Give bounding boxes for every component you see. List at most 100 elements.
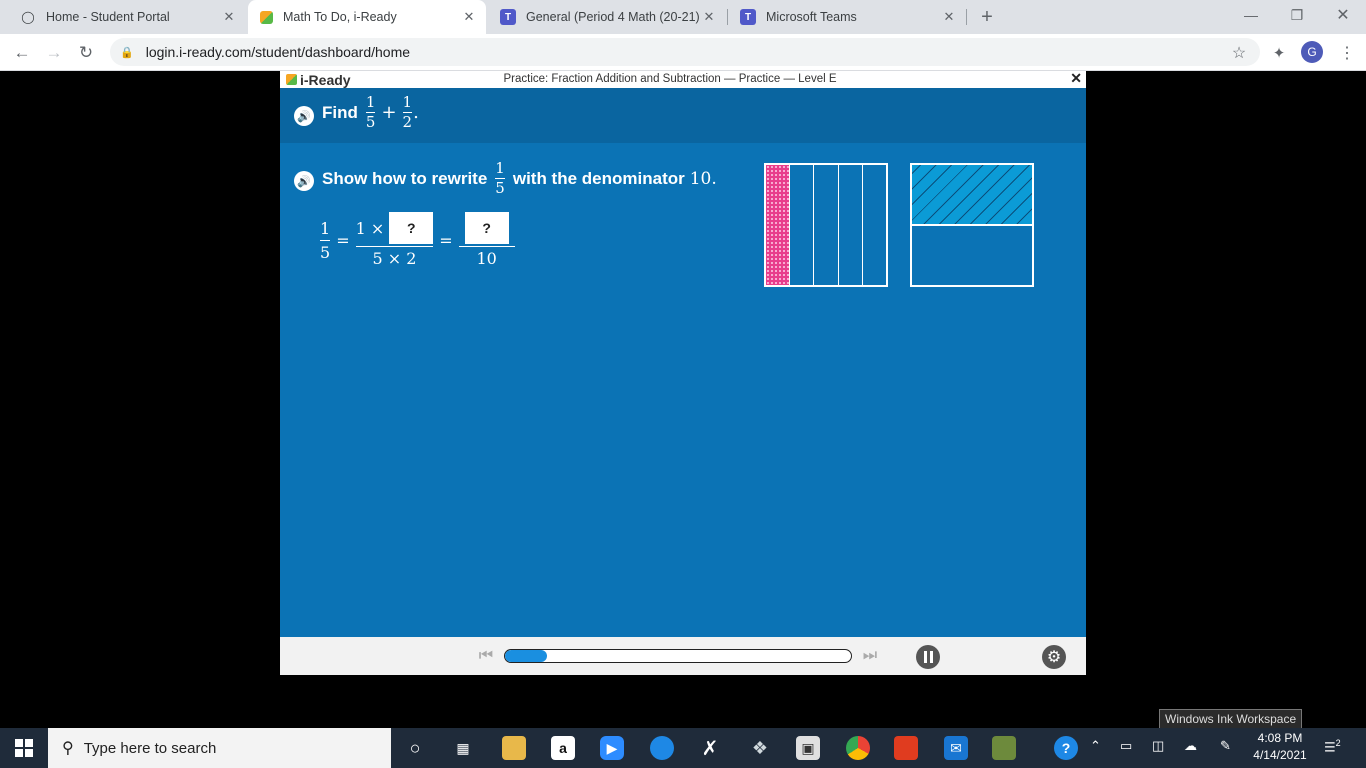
search-icon: ⚲ bbox=[62, 740, 74, 757]
fifth-strip bbox=[813, 165, 837, 285]
fraction-one-fifth: 1 5 bbox=[495, 160, 505, 197]
question-part-1: Show how to rewrite bbox=[322, 168, 488, 188]
chevron-up-icon[interactable]: ⌃ bbox=[1090, 738, 1101, 754]
prompt-bar: 🔊 Find 1 5 + 1 2 . bbox=[280, 88, 1086, 143]
task-view-icon[interactable]: ▦ bbox=[451, 736, 475, 760]
chrome-icon[interactable] bbox=[846, 736, 870, 760]
numerator: 1 bbox=[320, 218, 331, 238]
clock-time: 4:08 PM bbox=[1257, 731, 1303, 745]
amazon-icon[interactable]: a bbox=[551, 736, 575, 760]
lhs-fraction: 1 5 bbox=[320, 218, 331, 262]
halves-model bbox=[910, 163, 1034, 287]
edge-icon[interactable] bbox=[650, 736, 674, 760]
teams-icon: T bbox=[500, 9, 516, 25]
lock-icon: 🔒 bbox=[120, 46, 134, 59]
browser-toolbar: ← → ↻ 🔒 login.i-ready.com/student/dashbo… bbox=[0, 34, 1366, 71]
onedrive-cloud-icon[interactable]: ☁ bbox=[1184, 738, 1197, 754]
equals-sign: = bbox=[439, 230, 453, 250]
find-label: Find bbox=[322, 102, 358, 122]
app-lightning-icon[interactable]: ✗ bbox=[698, 736, 722, 760]
url-text: login.i-ready.com/student/dashboard/home bbox=[145, 44, 411, 60]
lesson-player-bar: ⏮ ⏭ ⚙ bbox=[280, 637, 1086, 675]
file-explorer-icon[interactable] bbox=[502, 736, 526, 760]
network-icon[interactable]: ◫ bbox=[1152, 738, 1164, 754]
profile-avatar[interactable]: G bbox=[1301, 41, 1323, 63]
restore-icon[interactable]: ❐ bbox=[1274, 0, 1320, 30]
windows-taskbar: ⚲ Type here to search ○ ▦ a ▶ ✗ ❖ ▣ ✉ ? … bbox=[0, 728, 1366, 768]
pause-button[interactable] bbox=[916, 645, 940, 669]
tab-close-icon[interactable]: ✕ bbox=[700, 8, 718, 26]
browser-tab-bar: ◯ Home - Student Portal ✕ Math To Do, i-… bbox=[0, 0, 1366, 34]
fifth-strip bbox=[789, 165, 813, 285]
numerator: 1 bbox=[495, 159, 505, 177]
fraction-one-half: 1 2 bbox=[402, 94, 413, 131]
tab-close-icon[interactable]: ✕ bbox=[460, 8, 478, 26]
progress-bar bbox=[504, 649, 852, 663]
menu-kebab-icon[interactable]: ⋮ bbox=[1334, 40, 1360, 66]
extensions-puzzle-icon[interactable]: ✦ bbox=[1266, 40, 1292, 66]
forward-arrow-icon[interactable]: → bbox=[41, 40, 67, 66]
cortana-circle-icon[interactable]: ○ bbox=[403, 736, 427, 760]
find-prompt: Find 1 5 + 1 2 . bbox=[322, 94, 421, 131]
answer-box-multiplier[interactable]: ? bbox=[389, 212, 434, 244]
address-bar[interactable]: 🔒 login.i-ready.com/student/dashboard/ho… bbox=[110, 38, 1260, 66]
skip-back-icon[interactable]: ⏮ bbox=[476, 646, 496, 666]
speaker-icon[interactable]: 🔊 bbox=[294, 106, 314, 126]
middle-numerator: 1 × ? bbox=[356, 212, 434, 244]
half bbox=[912, 226, 1032, 285]
office-icon[interactable] bbox=[894, 736, 918, 760]
period: . bbox=[413, 102, 419, 123]
gear-icon[interactable]: ⚙ bbox=[1042, 645, 1066, 669]
taskbar-clock[interactable]: 4:08 PM 4/14/2021 bbox=[1250, 730, 1310, 764]
reload-icon[interactable]: ↻ bbox=[73, 40, 99, 66]
equals-sign: = bbox=[336, 230, 350, 250]
store-icon[interactable]: ▣ bbox=[796, 736, 820, 760]
tab-student-portal[interactable]: ◯ Home - Student Portal ✕ bbox=[8, 0, 246, 34]
tab-title: Home - Student Portal bbox=[46, 10, 170, 24]
lesson-close-button[interactable]: ✕ bbox=[1070, 70, 1082, 87]
denominator: 5 bbox=[320, 242, 331, 262]
lesson-title: Practice: Fraction Addition and Subtract… bbox=[503, 73, 837, 85]
lesson-header: i-Ready Practice: Fraction Addition and … bbox=[280, 70, 1086, 88]
notifications-icon[interactable]: ☰2 bbox=[1324, 738, 1341, 755]
help-icon[interactable]: ? bbox=[1054, 736, 1078, 760]
minimize-icon[interactable]: — bbox=[1228, 0, 1274, 30]
new-tab-button[interactable]: + bbox=[976, 6, 998, 28]
target-denominator: 10. bbox=[689, 168, 717, 189]
mail-icon[interactable]: ✉ bbox=[944, 736, 968, 760]
back-arrow-icon[interactable]: ← bbox=[9, 40, 35, 66]
dropbox-icon[interactable]: ❖ bbox=[748, 736, 772, 760]
windows-logo-icon bbox=[15, 739, 33, 757]
middle-fraction: 1 × ? 5 × 2 bbox=[355, 212, 434, 268]
fifth-strip-shaded bbox=[766, 165, 790, 285]
tab-teams-general[interactable]: T General (Period 4 Math (20-21)) | ✕ bbox=[488, 0, 726, 34]
taskbar-search-box[interactable]: ⚲ Type here to search bbox=[48, 728, 391, 768]
iready-cube-icon bbox=[260, 10, 273, 24]
windows-start-button[interactable] bbox=[0, 728, 48, 768]
denominator: 2 bbox=[402, 113, 413, 131]
skip-forward-icon[interactable]: ⏭ bbox=[860, 646, 880, 666]
clock-date: 4/14/2021 bbox=[1253, 748, 1307, 762]
tab-title: Math To Do, i-Ready bbox=[283, 10, 397, 24]
answer-box-numerator[interactable]: ? bbox=[464, 212, 509, 244]
globe-icon: ◯ bbox=[21, 10, 35, 24]
numerator-prefix: 1 × bbox=[355, 218, 385, 238]
speaker-icon[interactable]: 🔊 bbox=[294, 171, 314, 191]
fifths-model bbox=[764, 163, 888, 287]
question-part-2: with the denominator bbox=[512, 168, 685, 188]
bookmark-star-icon[interactable]: ☆ bbox=[1226, 40, 1252, 66]
zoom-icon[interactable]: ▶ bbox=[600, 736, 624, 760]
tab-close-icon[interactable]: ✕ bbox=[220, 8, 238, 26]
tab-iready[interactable]: Math To Do, i-Ready ✕ bbox=[248, 0, 486, 34]
fraction-one-fifth: 1 5 bbox=[365, 94, 376, 131]
tab-title: General (Period 4 Math (20-21)) | bbox=[526, 10, 700, 24]
battery-icon[interactable]: ▭ bbox=[1120, 738, 1132, 754]
ink-workspace-icon[interactable]: ✎ bbox=[1220, 738, 1231, 754]
tab-close-icon[interactable]: ✕ bbox=[940, 8, 958, 26]
tab-microsoft-teams[interactable]: T Microsoft Teams ✕ bbox=[728, 0, 966, 34]
denominator: 5 bbox=[495, 179, 505, 197]
window-close-icon[interactable]: ✕ bbox=[1320, 0, 1366, 30]
half-shaded bbox=[912, 165, 1032, 226]
progress-fill bbox=[505, 650, 547, 662]
minecraft-icon[interactable] bbox=[992, 736, 1016, 760]
